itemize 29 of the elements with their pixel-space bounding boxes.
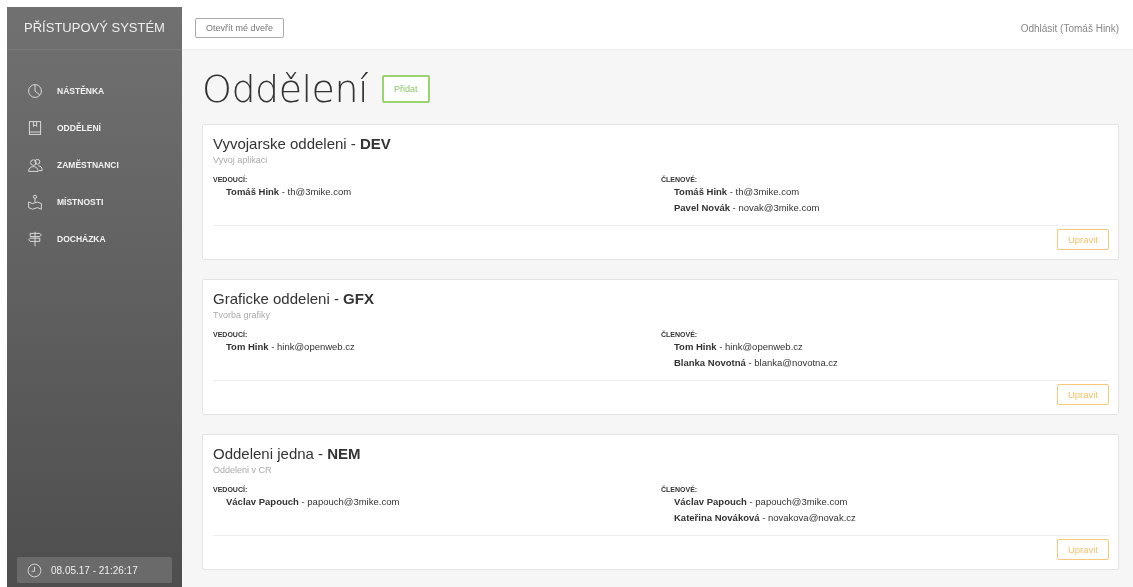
sidebar-item[interactable]: MÍSTNOSTI (7, 183, 182, 220)
member-entry: Václav Papouch - papouch@3mike.com (673, 495, 849, 509)
sidebar-item[interactable]: NÁSTĚNKA (7, 72, 182, 109)
page-title: Oddělení (202, 67, 369, 111)
date-time: 08.05.17 - 21:26:17 (51, 564, 138, 576)
member-entry: Pavel Novák - novak@3mike.com (673, 201, 821, 215)
leader-entry: Tomáš Hink - th@3mike.com (225, 185, 353, 199)
logout-link[interactable]: Odhlásit (Tomáš Hink) (1020, 22, 1119, 34)
clock-icon (27, 562, 42, 578)
sidebar-item[interactable]: ODDĚLENÍ (7, 109, 182, 146)
department-description: Tvorba grafiky (213, 310, 272, 320)
department-description: Oddeleni v CR (213, 465, 273, 475)
leader-entry: Tom Hink - hink@openweb.cz (225, 340, 356, 354)
leader-entry: Václav Papouch - papouch@3mike.com (225, 495, 401, 509)
department-title: Oddeleni jedna - NEM (213, 445, 362, 462)
people-icon (27, 156, 43, 173)
book-icon (27, 119, 43, 136)
member-entry: Tomáš Hink - th@3mike.com (673, 185, 801, 199)
sidebar-item[interactable]: ZAMĚSTNANCI (7, 146, 182, 183)
member-entry: Tom Hink - hink@openweb.cz (673, 340, 804, 354)
member-entry: Kateřina Nováková - novakova@novak.cz (673, 511, 857, 525)
department-title: Graficke oddeleni - GFX (213, 290, 375, 307)
open-doors-button[interactable]: Otevřít mé dveře (195, 18, 285, 38)
sidebar-item[interactable]: DOCHÁZKA (7, 220, 182, 257)
signpost-icon (27, 230, 43, 247)
map-pin-icon (27, 193, 43, 210)
department-description: Vyvoj aplikaci (213, 155, 269, 165)
department-title: Vyvojarske oddeleni - DEV (213, 135, 392, 152)
member-entry: Blanka Novotná - blanka@novotna.cz (673, 356, 839, 370)
